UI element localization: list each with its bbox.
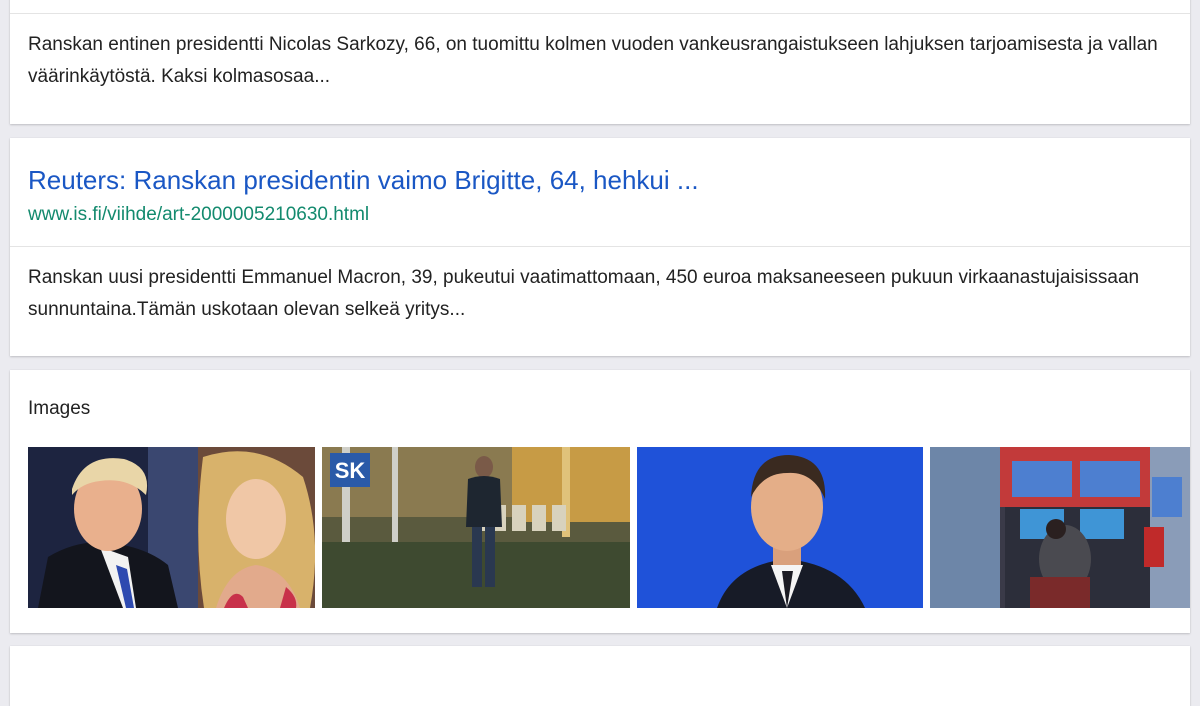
image-thumbnail-two-portraits[interactable] [28, 447, 315, 608]
two-portraits-image [28, 447, 315, 608]
previous-result-snippet: Ranskan entinen presidentti Nicolas Sark… [28, 34, 1158, 87]
result-snippet: Ranskan uusi presidentti Emmanuel Macron… [28, 267, 1140, 320]
sk-badge: SK [335, 458, 366, 483]
card-divider [10, 246, 1190, 247]
image-thumbnail-man-portrait-blue[interactable] [637, 447, 923, 608]
man-portrait-blue-image [637, 447, 923, 608]
previous-result-card: Ranskan entinen presidentti Nicolas Sark… [10, 0, 1190, 124]
result-url[interactable]: www.is.fi/viihde/art-2000005210630.html [28, 204, 369, 226]
image-thumbnail-man-in-hall[interactable]: SK [322, 447, 630, 608]
images-heading: Images [28, 398, 91, 419]
man-in-hall-image: SK [322, 447, 630, 608]
images-card: Images SK [10, 370, 1190, 633]
card-divider [10, 13, 1190, 14]
arcade-image [930, 447, 1190, 608]
result-title-link[interactable]: Reuters: Ranskan presidentin vaimo Brigi… [28, 165, 699, 196]
search-result-card: Reuters: Ranskan presidentin vaimo Brigi… [10, 138, 1190, 356]
image-thumbnail-arcade[interactable] [930, 447, 1190, 608]
next-result-card [10, 646, 1190, 706]
